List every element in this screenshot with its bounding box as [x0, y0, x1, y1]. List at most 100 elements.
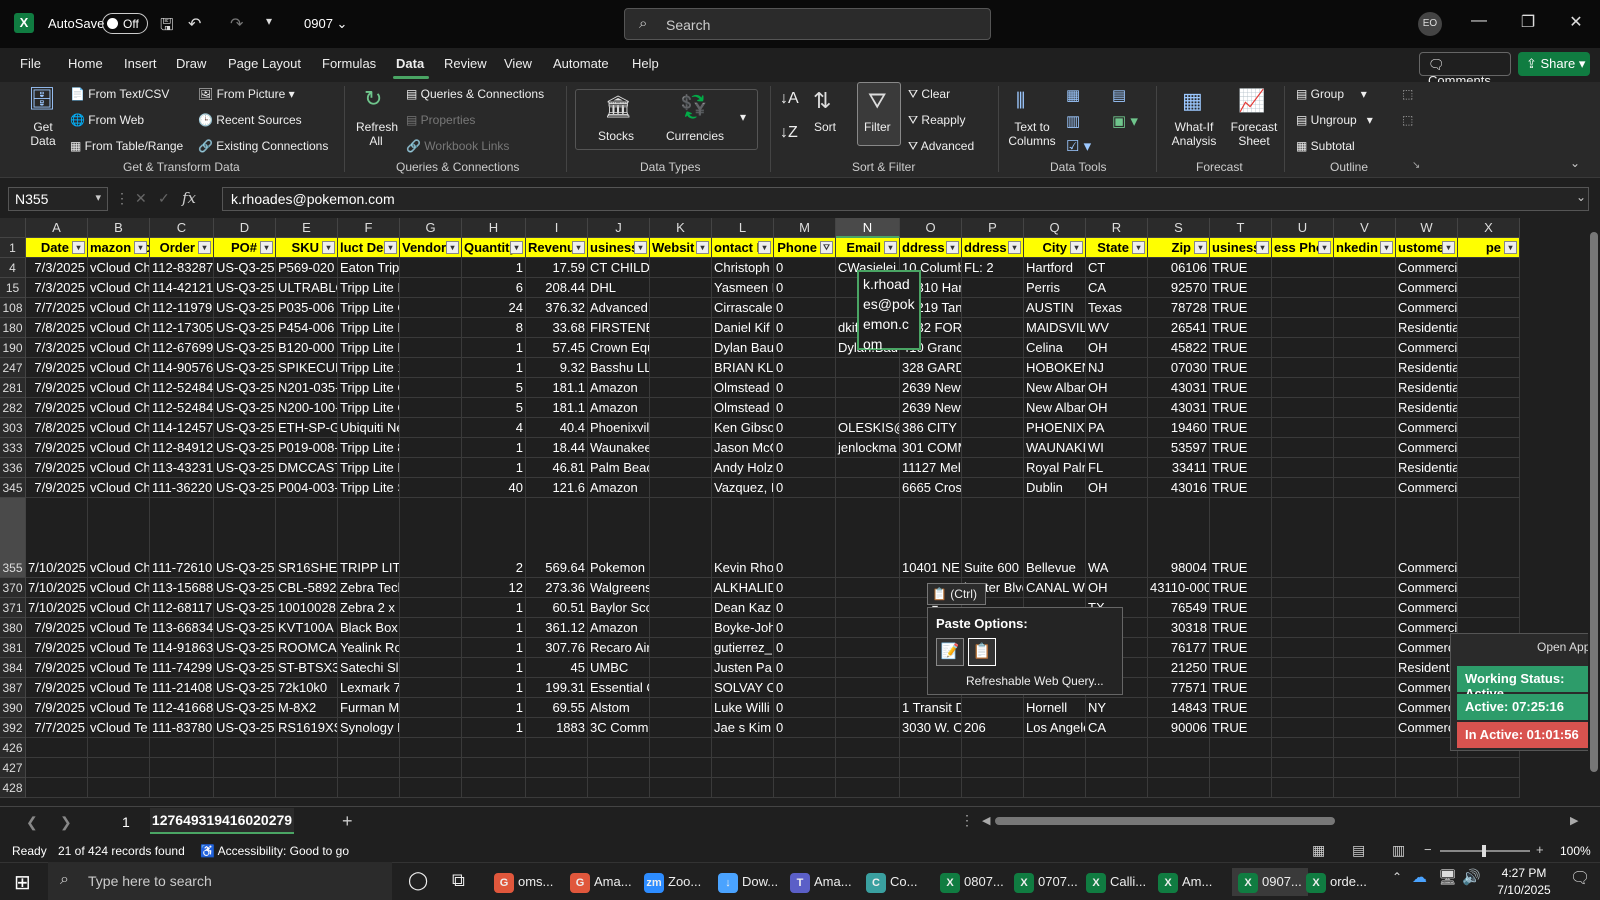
- table-cell[interactable]: 0: [774, 638, 836, 658]
- table-cell[interactable]: [400, 498, 462, 578]
- table-cell[interactable]: [1272, 738, 1334, 758]
- table-cell[interactable]: [836, 718, 900, 738]
- table-cell[interactable]: [276, 758, 338, 778]
- table-cell[interactable]: [400, 718, 462, 738]
- table-cell[interactable]: vCloud Ch: [88, 318, 150, 338]
- table-cell[interactable]: [588, 778, 650, 798]
- table-cell[interactable]: [836, 458, 900, 478]
- table-cell[interactable]: [1458, 398, 1520, 418]
- table-cell[interactable]: 76549: [1148, 598, 1210, 618]
- table-cell[interactable]: TRUE: [1210, 578, 1272, 598]
- table-cell[interactable]: 98004: [1148, 498, 1210, 578]
- header-cell[interactable]: Zip ▾: [1148, 238, 1210, 258]
- table-cell[interactable]: KVT100A: [276, 618, 338, 638]
- table-cell[interactable]: [1024, 758, 1086, 778]
- table-cell[interactable]: Commercial: [1396, 638, 1458, 658]
- table-cell[interactable]: 0: [774, 578, 836, 598]
- table-cell[interactable]: 40: [462, 478, 526, 498]
- show-hidden-icons-icon[interactable]: ⌃: [1392, 870, 1402, 884]
- network-icon[interactable]: 🖥: [1438, 868, 1457, 886]
- table-cell[interactable]: Crown Equipment: [588, 338, 650, 358]
- clock-date[interactable]: 7/10/2025: [1490, 883, 1558, 897]
- notifications-icon[interactable]: 🗨: [1570, 868, 1590, 888]
- table-cell[interactable]: 45: [526, 658, 588, 678]
- table-cell[interactable]: MAIDSVILL: [1024, 318, 1086, 338]
- table-cell[interactable]: New Albar: [1024, 378, 1086, 398]
- table-cell[interactable]: BRIAN KLE: [712, 358, 774, 378]
- table-cell[interactable]: [88, 778, 150, 798]
- table-cell[interactable]: WV: [1086, 318, 1148, 338]
- table-cell[interactable]: [1334, 478, 1396, 498]
- table-cell[interactable]: 7/9/2025: [26, 458, 88, 478]
- table-cell[interactable]: 7/9/2025: [26, 378, 88, 398]
- table-cell[interactable]: [400, 758, 462, 778]
- table-cell[interactable]: [962, 358, 1024, 378]
- table-cell[interactable]: Los Angele: [1024, 718, 1086, 738]
- table-cell[interactable]: [1458, 358, 1520, 378]
- table-cell[interactable]: 10401 NE 8: [900, 498, 962, 578]
- table-cell[interactable]: [400, 638, 462, 658]
- table-cell[interactable]: 1: [462, 258, 526, 278]
- table-cell[interactable]: TRUE: [1210, 338, 1272, 358]
- table-cell[interactable]: Alstom: [588, 698, 650, 718]
- table-cell[interactable]: 0: [774, 678, 836, 698]
- table-cell[interactable]: 113-43231: [150, 458, 214, 478]
- text-to-columns-button[interactable]: Text to Columns: [1008, 120, 1056, 148]
- table-cell[interactable]: US-Q3-25-: [214, 718, 276, 738]
- table-cell[interactable]: [1024, 778, 1086, 798]
- table-cell[interactable]: TRUE: [1210, 258, 1272, 278]
- table-cell[interactable]: [1272, 258, 1334, 278]
- normal-view-icon[interactable]: ▦: [1312, 842, 1325, 859]
- table-cell[interactable]: US-Q3-25-: [214, 318, 276, 338]
- table-cell[interactable]: 569.64: [526, 498, 588, 578]
- flash-fill-icon[interactable]: ▦: [1066, 86, 1080, 104]
- table-cell[interactable]: N200-100-: [276, 398, 338, 418]
- table-cell[interactable]: [1396, 758, 1458, 778]
- table-cell[interactable]: [88, 758, 150, 778]
- column-header-d[interactable]: D: [214, 218, 276, 238]
- column-header-s[interactable]: S: [1148, 218, 1210, 238]
- table-cell[interactable]: Tripp Lite C20 to C21: [338, 298, 400, 318]
- table-cell[interactable]: 07030: [1148, 358, 1210, 378]
- table-cell[interactable]: 69.55: [526, 698, 588, 718]
- table-cell[interactable]: 1: [462, 458, 526, 478]
- table-cell[interactable]: [1396, 778, 1458, 798]
- header-cell[interactable]: Date ▾: [26, 238, 88, 258]
- taskbar-app[interactable]: X 0907...: [1232, 868, 1308, 896]
- table-cell[interactable]: TRUE: [1210, 658, 1272, 678]
- table-cell[interactable]: [1458, 458, 1520, 478]
- table-cell[interactable]: [1334, 718, 1396, 738]
- table-cell[interactable]: [962, 278, 1024, 298]
- table-cell[interactable]: [836, 738, 900, 758]
- table-cell[interactable]: Ken Gibso: [712, 418, 774, 438]
- table-cell[interactable]: [1458, 478, 1520, 498]
- table-cell[interactable]: ETH-SP-G2: [276, 418, 338, 438]
- table-cell[interactable]: [1334, 738, 1396, 758]
- table-cell[interactable]: [962, 738, 1024, 758]
- column-header-p[interactable]: P: [962, 218, 1024, 238]
- table-cell[interactable]: [1334, 638, 1396, 658]
- table-cell[interactable]: Commercial: [1396, 418, 1458, 438]
- tab-file[interactable]: File: [20, 56, 41, 71]
- table-cell[interactable]: [836, 638, 900, 658]
- table-cell[interactable]: [1334, 278, 1396, 298]
- table-cell[interactable]: [650, 338, 712, 358]
- consolidate-icon[interactable]: ▤: [1112, 86, 1126, 104]
- table-cell[interactable]: [1458, 778, 1520, 798]
- table-cell[interactable]: Residential: [1396, 378, 1458, 398]
- table-cell[interactable]: [1272, 598, 1334, 618]
- table-cell[interactable]: [1334, 378, 1396, 398]
- data-validation-icon[interactable]: ☑ ▾: [1066, 137, 1091, 155]
- filter-dropdown-icon[interactable]: ▾: [1318, 241, 1331, 254]
- table-cell[interactable]: 6665 Crosby Court: [900, 478, 962, 498]
- table-cell[interactable]: 112-52484: [150, 398, 214, 418]
- zoom-slider[interactable]: [1440, 845, 1530, 857]
- table-cell[interactable]: [1334, 758, 1396, 778]
- table-cell[interactable]: 3C Community Clinic: [588, 718, 650, 738]
- table-cell[interactable]: Essential Chemicals: [588, 678, 650, 698]
- table-cell[interactable]: [650, 718, 712, 738]
- table-cell[interactable]: US-Q3-25-: [214, 578, 276, 598]
- tab-view[interactable]: View: [504, 56, 532, 71]
- vertical-scrollbar[interactable]: [1588, 218, 1600, 806]
- table-cell[interactable]: [462, 778, 526, 798]
